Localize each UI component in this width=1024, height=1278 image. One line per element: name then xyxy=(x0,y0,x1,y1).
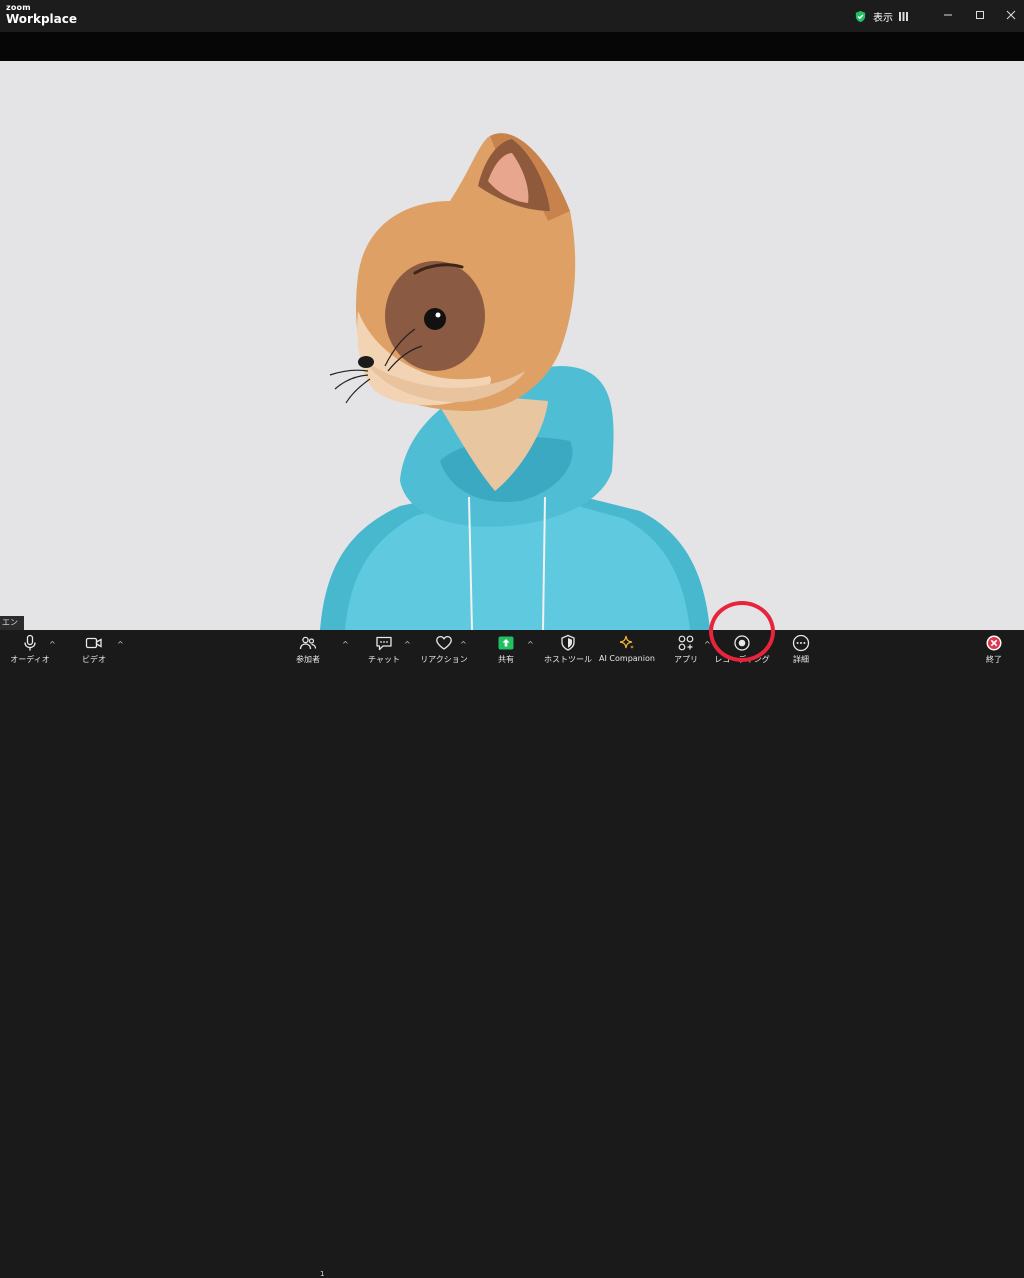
more-label: 詳細 xyxy=(793,655,809,664)
apps-label: アプリ xyxy=(674,655,698,664)
microphone-icon xyxy=(24,634,36,651)
participants-button[interactable]: 参加者 xyxy=(278,634,338,665)
chat-label: チャット xyxy=(368,655,400,664)
host-tools-label: ホストツール xyxy=(544,655,592,664)
ai-companion-label: AI Companion xyxy=(599,654,655,663)
title-bar: zoom Workplace 表示 xyxy=(0,0,1024,32)
participants-label: 参加者 xyxy=(296,655,320,664)
video-button[interactable]: ビデオ xyxy=(64,634,124,665)
apps-icon xyxy=(678,635,694,651)
heart-icon xyxy=(436,635,452,650)
ai-companion-button[interactable]: AI Companion xyxy=(594,634,660,663)
sparkle-icon xyxy=(619,635,634,649)
video-label: ビデオ xyxy=(82,655,106,664)
end-icon xyxy=(986,635,1002,651)
shield-icon xyxy=(561,634,575,651)
video-area xyxy=(0,61,1024,630)
view-label: 表示 xyxy=(873,12,893,24)
brand-small: zoom xyxy=(6,3,31,12)
chat-button[interactable]: チャット xyxy=(354,634,414,665)
apps-options-caret-icon[interactable]: ^ xyxy=(704,640,711,649)
meeting-toolbar: オーディオ ^ ビデオ ^ 参加者 1 ^ チャット ^ リアクション ^ 共有… xyxy=(0,630,1024,1278)
host-tools-button[interactable]: ホストツール xyxy=(538,634,598,665)
record-icon xyxy=(734,635,750,651)
chat-options-caret-icon[interactable]: ^ xyxy=(404,640,411,649)
apps-button[interactable]: アプリ xyxy=(656,634,716,665)
chat-icon xyxy=(376,636,392,651)
share-label: 共有 xyxy=(498,655,514,664)
more-icon xyxy=(792,634,810,652)
grid-icon xyxy=(899,11,908,21)
share-options-caret-icon[interactable]: ^ xyxy=(527,640,534,649)
reactions-button[interactable]: リアクション xyxy=(414,634,474,665)
reactions-options-caret-icon[interactable]: ^ xyxy=(460,640,467,649)
maximize-icon[interactable] xyxy=(973,8,987,22)
participants-icon xyxy=(299,636,317,650)
participants-options-caret-icon[interactable]: ^ xyxy=(342,640,349,649)
video-camera-icon xyxy=(85,637,102,649)
record-label: レコーディング xyxy=(714,655,770,664)
record-button[interactable]: レコーディング xyxy=(712,634,772,665)
minimize-icon[interactable] xyxy=(941,8,955,22)
audio-options-caret-icon[interactable]: ^ xyxy=(49,640,56,649)
participant-name-tag: エンド xyxy=(0,616,24,641)
cat-avatar xyxy=(320,133,710,630)
close-icon[interactable] xyxy=(1004,8,1018,22)
video-options-caret-icon[interactable]: ^ xyxy=(117,640,124,649)
share-button[interactable]: 共有 xyxy=(476,634,536,665)
more-button[interactable]: 詳細 xyxy=(771,634,831,665)
zoom-logo: zoom Workplace xyxy=(6,3,78,26)
reactions-label: リアクション xyxy=(420,655,468,664)
brand-large: Workplace xyxy=(6,12,78,26)
meeting-top-bar xyxy=(0,32,1024,61)
share-icon xyxy=(498,636,514,650)
end-button[interactable]: 終了 xyxy=(964,634,1024,665)
participants-count: 1 xyxy=(320,1270,325,1278)
audio-label: オーディオ xyxy=(10,655,50,664)
audio-button[interactable]: オーディオ xyxy=(0,634,60,665)
end-label: 終了 xyxy=(986,655,1002,664)
view-button[interactable]: 表示 xyxy=(848,6,922,26)
shield-check-icon xyxy=(855,10,866,22)
